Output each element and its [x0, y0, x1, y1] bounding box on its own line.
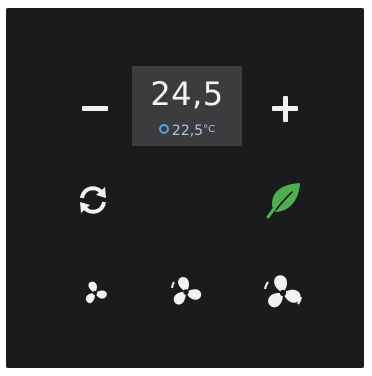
setpoint-temperature: 24,5 [150, 75, 224, 113]
mode-sync-button[interactable] [76, 183, 110, 217]
sync-icon [80, 186, 106, 214]
fan-low-icon [85, 281, 107, 304]
current-temperature: 22,5°C [132, 122, 242, 139]
increase-temperature-button[interactable] [264, 88, 304, 128]
fan-medium-icon [171, 276, 202, 305]
sensor-icon [158, 124, 169, 134]
leaf-icon [266, 183, 300, 219]
temperature-display: 24,5 22,5°C [132, 66, 242, 146]
fan-speed-low-button[interactable] [80, 278, 110, 308]
fan-speed-high-button[interactable] [260, 270, 306, 316]
temperature-unit: °C [203, 124, 216, 135]
eco-mode-button[interactable] [264, 180, 304, 220]
fan-speed-medium-button[interactable] [166, 272, 206, 312]
current-temperature-value: 22,5 [171, 123, 204, 139]
fan-high-icon [264, 275, 302, 308]
thermostat-panel: 24,5 22,5°C [6, 8, 364, 368]
decrease-temperature-button[interactable] [78, 90, 114, 126]
